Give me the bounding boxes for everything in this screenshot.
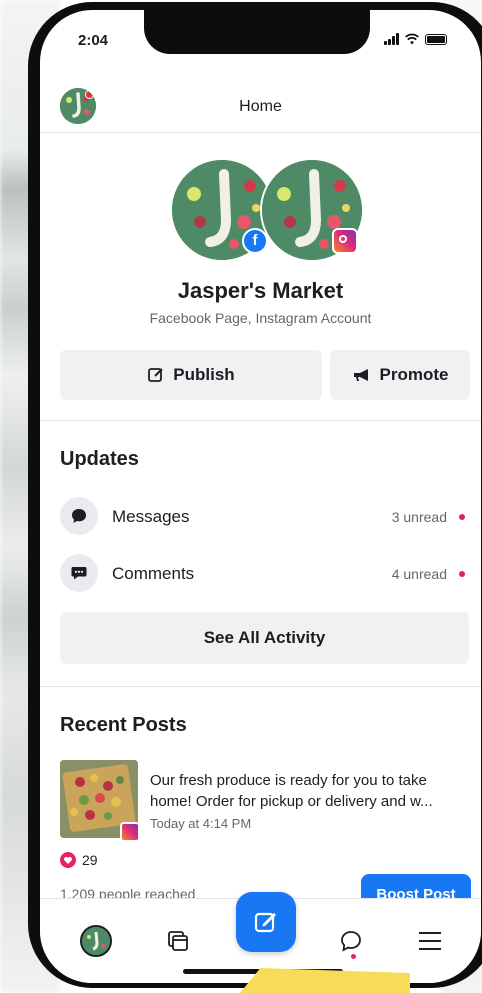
megaphone-icon: [352, 367, 372, 383]
promote-button[interactable]: Promote: [330, 350, 470, 400]
section-divider: [40, 420, 481, 421]
publish-button[interactable]: Publish: [60, 350, 322, 400]
promote-label: Promote: [379, 365, 449, 384]
status-icons: [384, 33, 447, 45]
tab-pages[interactable]: [158, 921, 198, 961]
page-subtitle: Facebook Page, Instagram Account: [149, 310, 372, 326]
menu-icon: [419, 932, 441, 950]
see-all-activity-button[interactable]: See All Activity: [60, 612, 469, 664]
facebook-badge-icon: f: [242, 228, 268, 254]
chat-icon: [341, 931, 361, 952]
pages-icon: [168, 931, 188, 951]
wifi-icon: [405, 33, 419, 45]
tab-menu[interactable]: [410, 921, 450, 961]
updates-title: Updates: [60, 448, 139, 470]
profile-avatar-icon: [80, 925, 112, 957]
phone-screen: 2:04 Home f Jasper's Market Facebook Pag…: [40, 10, 481, 983]
messages-count: 3 unread: [391, 509, 447, 525]
comments-label: Comments: [112, 564, 195, 583]
message-bubble-icon: [60, 497, 98, 535]
comments-row[interactable]: Comments 4 unread: [60, 554, 467, 596]
instagram-badge-icon: [332, 228, 358, 254]
signal-icon: [384, 33, 399, 45]
profile-images: f: [170, 158, 364, 262]
likes-count: 29: [82, 852, 98, 868]
section-divider: [40, 686, 481, 687]
post-time: Today at 4:14 PM: [150, 816, 252, 831]
top-header: Home: [40, 80, 481, 130]
post-likes: 29: [60, 852, 98, 868]
status-time: 2:04: [78, 32, 109, 49]
unread-dot: [459, 571, 465, 577]
page-title: Home: [239, 98, 282, 115]
notch: [144, 10, 370, 54]
publish-label: Publish: [173, 365, 235, 384]
messages-label: Messages: [112, 507, 190, 526]
tab-profile[interactable]: [76, 921, 116, 961]
messages-row[interactable]: Messages 3 unread: [60, 497, 467, 539]
inbox-notification-dot: [351, 954, 356, 959]
compose-button[interactable]: [236, 892, 296, 952]
heart-icon: [60, 852, 76, 868]
unread-dot: [459, 514, 465, 520]
page-name: Jasper's Market: [177, 278, 344, 303]
instagram-post-icon: [120, 822, 140, 842]
battery-icon: [425, 33, 447, 45]
compose-icon: [254, 912, 276, 933]
comment-icon: [60, 554, 98, 592]
comments-count: 4 unread: [391, 566, 447, 582]
edit-icon: [147, 366, 165, 384]
header-divider: [40, 132, 481, 133]
recent-posts-title: Recent Posts: [60, 714, 187, 736]
post-text: Our fresh produce is ready for you to ta…: [150, 772, 433, 810]
